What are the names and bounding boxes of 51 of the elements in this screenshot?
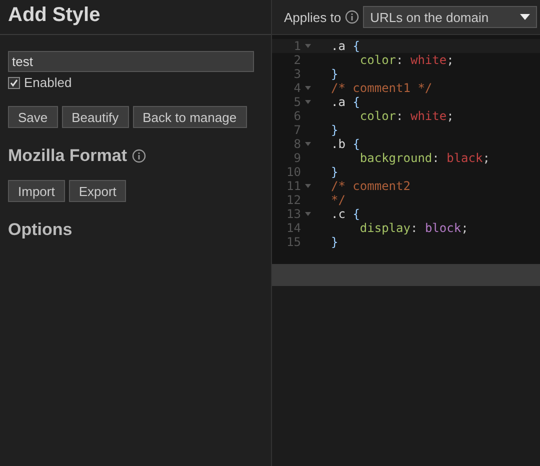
code-line: .a {: [331, 39, 360, 53]
applies-to-label: Applies to: [284, 10, 342, 24]
line-number: 12: [286, 193, 301, 207]
line-number: 8: [292, 137, 301, 151]
code-line: .b {: [331, 137, 360, 151]
line-number: 4: [292, 81, 301, 95]
line-number: 2: [292, 53, 301, 67]
enabled-checkbox[interactable]: [8, 76, 20, 88]
code-line: }: [331, 235, 338, 249]
name-field[interactable]: test: [8, 51, 254, 72]
fold-icon[interactable]: [305, 212, 311, 216]
code-line: .c {: [331, 207, 360, 221]
line-number: 15: [286, 235, 301, 249]
code-line: /* comment2: [331, 179, 410, 193]
section-heading: Mozilla Format: [8, 146, 128, 166]
enabled-label: Enabled: [24, 75, 72, 90]
code-line: background: black;: [358, 151, 490, 165]
line-number: 14: [286, 221, 301, 235]
fold-icon[interactable]: [305, 184, 311, 188]
code-line: /* comment1 */: [331, 81, 432, 95]
action-button[interactable]: Back to manage: [132, 106, 247, 128]
info-icon[interactable]: [132, 149, 146, 163]
line-number: 3: [292, 67, 301, 81]
fold-icon[interactable]: [305, 86, 311, 90]
action-button[interactable]: Save: [8, 106, 58, 128]
code-line: color: white;: [358, 109, 454, 123]
line-number: 7: [292, 123, 301, 137]
action-button[interactable]: Beautify: [62, 106, 129, 128]
fold-icon[interactable]: [305, 142, 311, 146]
format-button[interactable]: Import: [8, 180, 65, 202]
line-number: 9: [292, 151, 301, 165]
code-line: color: white;: [358, 53, 454, 67]
applies-to-dropdown[interactable]: URLs on the domain: [363, 6, 538, 28]
code-line: display: block;: [358, 221, 468, 235]
info-icon[interactable]: [345, 10, 360, 24]
code-line: }: [331, 123, 338, 137]
line-number: 6: [292, 109, 301, 123]
page-title: Add Style: [0, 0, 271, 35]
line-number: 13: [286, 207, 301, 221]
code-line: .a {: [331, 95, 360, 109]
line-number: 10: [286, 165, 301, 179]
caret-icon: [520, 14, 530, 20]
fold-icon[interactable]: [305, 44, 311, 48]
format-button[interactable]: Export: [68, 180, 126, 202]
section-heading[interactable]: Options: [8, 220, 72, 240]
code-line: */: [331, 193, 346, 207]
code-line: }: [331, 67, 338, 81]
code-line: }: [331, 165, 338, 179]
fold-icon[interactable]: [305, 100, 311, 104]
line-number: 5: [292, 95, 301, 109]
line-number: 11: [286, 179, 301, 193]
